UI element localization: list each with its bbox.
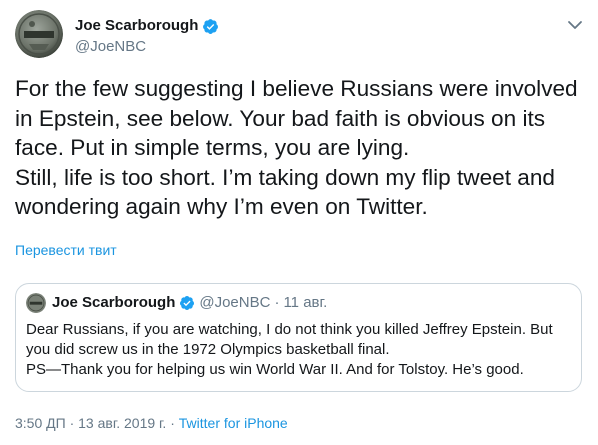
verified-badge-icon	[202, 18, 219, 35]
tweet-text-line: wondering again why I’m even on Twitter.	[15, 194, 428, 219]
quoted-avatar	[26, 293, 46, 313]
coin-avatar-image	[26, 293, 46, 313]
quoted-header: Joe Scarborough @JoeNBC · 11 авг.	[52, 294, 327, 312]
quoted-handle: @JoeNBC	[199, 294, 271, 311]
translate-tweet-link[interactable]: Перевести твит	[15, 241, 117, 259]
tweet-footer: 3:50 ДП · 13 авг. 2019 г. · Twitter for …	[15, 414, 288, 432]
tweet-text-line: face. Put in simple terms, you are lying…	[15, 135, 410, 160]
tweet-date[interactable]: 13 авг. 2019 г.	[78, 415, 166, 431]
verified-badge-icon	[179, 295, 195, 311]
chevron-down-icon[interactable]	[567, 18, 583, 30]
tweet-text: For the few suggesting I believe Russian…	[15, 74, 590, 222]
tweet-source-link[interactable]: Twitter for iPhone	[179, 415, 288, 431]
author-name[interactable]: Joe Scarborough	[75, 17, 198, 35]
coin-avatar-image	[15, 10, 63, 58]
quoted-text-line: you did screw us in the 1972 Olympics ba…	[26, 341, 390, 358]
tweet-time[interactable]: 3:50 ДП	[15, 415, 66, 431]
author-handle[interactable]: @JoeNBC	[75, 38, 146, 56]
quoted-text-line: PS—Thank you for helping us win World Wa…	[26, 361, 524, 378]
footer-separator: ·	[69, 415, 75, 431]
quoted-date: 11 авг.	[283, 294, 328, 311]
quoted-text-line: Dear Russians, if you are watching, I do…	[26, 321, 553, 338]
quoted-author-name: Joe Scarborough	[52, 294, 176, 311]
tweet-text-line: Still, life is too short. I’m taking dow…	[15, 164, 555, 190]
footer-separator: ·	[170, 415, 175, 431]
author-name-row[interactable]: Joe Scarborough	[75, 17, 219, 35]
quoted-tweet-text: Dear Russians, if you are watching, I do…	[26, 320, 571, 380]
quoted-tweet[interactable]: Joe Scarborough @JoeNBC · 11 авг. Dear R…	[15, 283, 582, 392]
avatar[interactable]	[15, 10, 63, 58]
tweet-text-line: in Epstein, see below. Your bad faith is…	[15, 105, 546, 131]
tweet-text-line: For the few suggesting I believe Russian…	[15, 76, 578, 101]
quoted-separator: ·	[274, 294, 280, 311]
